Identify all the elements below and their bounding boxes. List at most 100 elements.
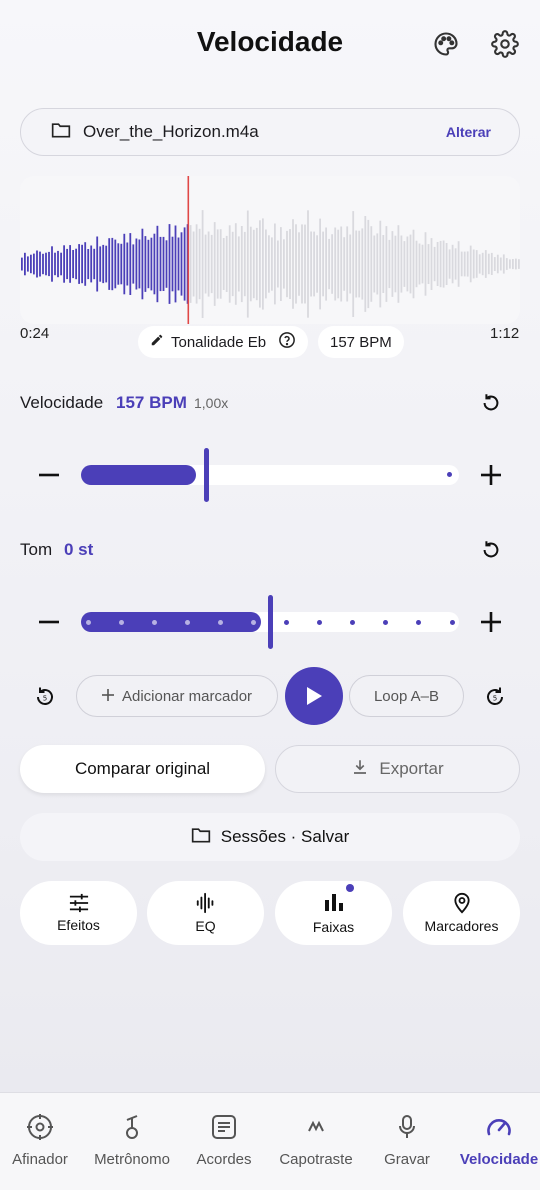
waveform-bar bbox=[135, 238, 138, 290]
waveform-bar bbox=[403, 241, 406, 287]
waveform-bar bbox=[54, 252, 56, 276]
waveform-bar bbox=[337, 229, 340, 299]
waveform-bar bbox=[310, 231, 312, 297]
waveform-bar bbox=[66, 248, 68, 280]
waveform-bar bbox=[60, 252, 62, 276]
nav-label: Gravar bbox=[384, 1151, 430, 1168]
waveform-bar bbox=[174, 225, 177, 303]
bpm-chip[interactable]: 157 BPM bbox=[318, 326, 404, 358]
nav-item-capo[interactable]: Capotraste bbox=[271, 1113, 361, 1168]
waveform-bar bbox=[502, 254, 505, 274]
pitch-tick-dot bbox=[184, 619, 190, 625]
waveform-bar bbox=[316, 235, 318, 293]
waveform-bar bbox=[322, 231, 324, 297]
waveform-bar bbox=[409, 234, 412, 294]
pitch-slider-thumb[interactable] bbox=[268, 595, 273, 649]
waveform-bar bbox=[42, 253, 44, 275]
waveform-bar bbox=[87, 249, 90, 280]
speed-decrease-button[interactable] bbox=[35, 461, 63, 489]
speed-slider[interactable] bbox=[81, 448, 459, 502]
svg-text:5: 5 bbox=[493, 695, 497, 703]
pitch-decrease-button[interactable] bbox=[35, 608, 63, 636]
waveform-bar bbox=[295, 224, 297, 304]
waveform-bar bbox=[39, 251, 41, 277]
play-button[interactable] bbox=[285, 667, 343, 725]
waveform-bar bbox=[204, 234, 207, 294]
waveform-bar bbox=[237, 236, 240, 292]
pitch-slider-fill bbox=[81, 612, 261, 632]
sessions-save-button[interactable]: Sessões · Salvar bbox=[20, 813, 520, 861]
pitch-increase-button[interactable] bbox=[477, 608, 505, 636]
waveform-bar bbox=[234, 223, 237, 305]
waveform-bar bbox=[132, 244, 135, 284]
waveform-bar bbox=[298, 232, 300, 296]
pitch-tick-dot bbox=[350, 619, 356, 625]
add-marker-button[interactable]: Adicionar marcador bbox=[76, 675, 278, 717]
rewind-5-icon[interactable]: 5 bbox=[31, 683, 59, 711]
settings-gear-icon[interactable] bbox=[489, 28, 521, 60]
effects-button[interactable]: Efeitos bbox=[20, 881, 137, 945]
playhead[interactable] bbox=[187, 176, 190, 324]
waveform-bar bbox=[249, 226, 252, 302]
export-button[interactable]: Exportar bbox=[275, 745, 520, 793]
waveform-bar bbox=[207, 231, 210, 297]
bar-chart-icon bbox=[324, 893, 343, 911]
key-chip[interactable]: Tonalidade Eb bbox=[138, 326, 309, 358]
markers-label: Marcadores bbox=[424, 918, 499, 934]
waveform-bar bbox=[313, 231, 315, 297]
waveform-bar bbox=[51, 246, 53, 282]
current-time: 0:24 bbox=[20, 325, 50, 342]
waveform-bar bbox=[84, 242, 87, 286]
nav-item-record[interactable]: Gravar bbox=[362, 1113, 452, 1168]
waveform-bar bbox=[129, 233, 132, 295]
waveform-bar bbox=[72, 250, 74, 279]
markers-button[interactable]: Marcadores bbox=[403, 881, 520, 945]
waveform-bars-icon bbox=[196, 892, 213, 914]
nav-item-tuner[interactable]: Afinador bbox=[0, 1113, 85, 1168]
help-icon[interactable] bbox=[278, 331, 296, 353]
waveform[interactable] bbox=[20, 176, 520, 324]
compare-original-button[interactable]: Comparar original bbox=[20, 745, 265, 793]
waveform-bar bbox=[27, 256, 29, 272]
waveform-bar bbox=[93, 248, 96, 280]
waveform-bar bbox=[198, 228, 201, 300]
waveform-bar bbox=[81, 244, 83, 284]
pitch-tick-dot bbox=[85, 619, 91, 625]
waveform-bar bbox=[445, 243, 448, 285]
nav-item-speed[interactable]: Velocidade bbox=[454, 1113, 540, 1168]
forward-5-icon[interactable]: 5 bbox=[481, 683, 509, 711]
waveform-bar bbox=[192, 231, 195, 297]
speed-reset-icon[interactable] bbox=[477, 389, 505, 417]
speed-increase-button[interactable] bbox=[477, 461, 505, 489]
pitch-reset-icon[interactable] bbox=[477, 536, 505, 564]
waveform-bar bbox=[451, 244, 454, 284]
waveform-bar bbox=[367, 219, 370, 309]
waveform-bar bbox=[385, 226, 388, 302]
speed-slider-end-dot bbox=[447, 472, 452, 477]
waveform-bar bbox=[286, 230, 288, 298]
waveform-bar bbox=[156, 225, 159, 303]
waveform-bar bbox=[373, 235, 376, 293]
waveform-bar bbox=[319, 218, 321, 310]
pitch-value: 0 st bbox=[64, 540, 94, 559]
waveform-bar bbox=[289, 229, 291, 299]
speed-slider-thumb[interactable] bbox=[203, 448, 209, 502]
eq-button[interactable]: EQ bbox=[147, 881, 264, 945]
waveform-bar bbox=[427, 244, 430, 284]
nav-item-chords[interactable]: Acordes bbox=[179, 1113, 269, 1168]
waveform-bar bbox=[259, 220, 261, 308]
pitch-slider[interactable] bbox=[81, 595, 459, 649]
palette-icon[interactable] bbox=[430, 28, 462, 60]
change-file-button[interactable]: Alterar bbox=[446, 124, 491, 140]
waveform-bar bbox=[165, 240, 168, 288]
waveform-bar bbox=[262, 218, 264, 310]
waveform-bar bbox=[379, 220, 382, 308]
waveform-canvas[interactable] bbox=[20, 176, 520, 324]
waveform-bar bbox=[518, 259, 520, 269]
nav-item-metronome[interactable]: Metrônomo bbox=[87, 1113, 177, 1168]
waveform-bar bbox=[123, 233, 126, 295]
file-selector[interactable]: Over_the_Horizon.m4a Alterar bbox=[20, 108, 520, 156]
tracks-button[interactable]: Faixas bbox=[275, 881, 392, 945]
loop-ab-button[interactable]: Loop A–B bbox=[349, 675, 464, 717]
waveform-bar bbox=[346, 226, 349, 302]
